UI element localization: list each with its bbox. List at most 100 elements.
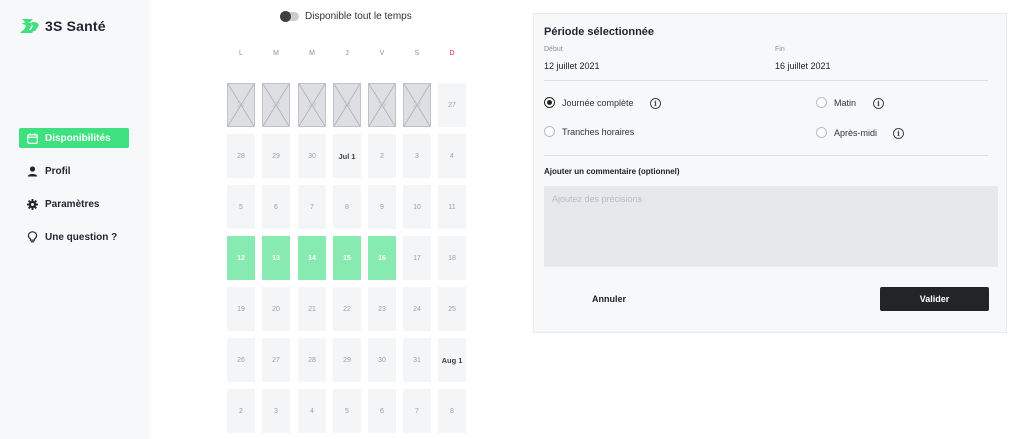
option-full-day[interactable]: Journée complète: [544, 97, 634, 108]
calendar-day-number: 4: [450, 152, 454, 160]
calendar-day[interactable]: 20: [262, 287, 290, 331]
availability-toggle[interactable]: [280, 11, 299, 22]
calendar-day[interactable]: 17: [403, 236, 431, 280]
calendar-day[interactable]: 26: [227, 338, 255, 382]
calendar-day[interactable]: 13: [262, 236, 290, 280]
calendar-day-number: 21: [237, 101, 245, 109]
calendar-day[interactable]: 19: [227, 287, 255, 331]
calendar-day-number: 26: [413, 101, 421, 109]
calendar-day-number: 7: [415, 407, 419, 415]
sidebar-nav: Disponibilités Profil Paramètres Une que…: [19, 128, 129, 260]
calendar-day[interactable]: 23: [368, 287, 396, 331]
calendar-day[interactable]: 21: [298, 287, 326, 331]
calendar-day-number: 13: [272, 254, 280, 262]
calendar-day[interactable]: 4: [438, 134, 466, 178]
calendar-day-number: Aug 1: [441, 355, 463, 365]
calendar-day[interactable]: 31: [403, 338, 431, 382]
lightbulb-icon: [26, 231, 38, 243]
calendar-day-number: 5: [239, 203, 243, 211]
calendar-day[interactable]: 28: [227, 134, 255, 178]
sidebar-item-profil[interactable]: Profil: [19, 161, 129, 181]
calendar-day[interactable]: 7: [298, 185, 326, 229]
calendar-day[interactable]: 8: [333, 185, 361, 229]
sidebar-item-label: Profil: [45, 165, 71, 177]
calendar-day[interactable]: 9: [368, 185, 396, 229]
info-icon[interactable]: i: [650, 98, 661, 109]
calendar-day-number: 29: [343, 356, 351, 364]
option-morning[interactable]: Matin: [816, 97, 856, 108]
calendar-day-number: 22: [272, 101, 280, 109]
calendar-day-number: 26: [237, 356, 245, 364]
sidebar-item-une-question[interactable]: Une question ?: [19, 227, 129, 247]
calendar-day-number: 6: [380, 407, 384, 415]
brand-name: 3S Santé: [45, 18, 106, 34]
calendar-day-number: 6: [274, 203, 278, 211]
calendar-day[interactable]: Aug 1: [438, 338, 466, 382]
full-day-radio[interactable]: [544, 97, 555, 108]
calendar-day-number: 14: [308, 254, 316, 262]
calendar-day[interactable]: 7: [403, 389, 431, 433]
calendar-day[interactable]: 27: [438, 83, 466, 127]
brand-logo[interactable]: 3S Santé: [19, 18, 106, 34]
calendar-day-number: 31: [413, 356, 421, 364]
calendar-day[interactable]: 11: [438, 185, 466, 229]
morning-radio[interactable]: [816, 97, 827, 108]
calendar-day[interactable]: 2: [368, 134, 396, 178]
calendar-day-number: 2: [239, 407, 243, 415]
calendar-day[interactable]: 15: [333, 236, 361, 280]
sidebar-item-parametres[interactable]: Paramètres: [19, 194, 129, 214]
weekday-header: S: [414, 50, 420, 57]
calendar-day-number: 24: [413, 305, 421, 313]
calendar-day-number: 17: [413, 254, 421, 262]
option-time-slots[interactable]: Tranches horaires: [544, 126, 634, 137]
calendar-day[interactable]: 2: [227, 389, 255, 433]
calendar-day[interactable]: 24: [403, 287, 431, 331]
calendar-day-number: 21: [308, 305, 316, 313]
calendar-day-number: 18: [448, 254, 456, 262]
weekday-header: J: [345, 50, 349, 57]
calendar-day[interactable]: 30: [368, 338, 396, 382]
calendar-day[interactable]: 18: [438, 236, 466, 280]
calendar-day[interactable]: 8: [438, 389, 466, 433]
calendar-day[interactable]: 3: [403, 134, 431, 178]
calendar-day[interactable]: 6: [262, 185, 290, 229]
calendar-day[interactable]: 27: [262, 338, 290, 382]
calendar-day: 22: [262, 83, 290, 127]
calendar-day[interactable]: 4: [298, 389, 326, 433]
calendar-day[interactable]: 16: [368, 236, 396, 280]
calendar-day-number: 23: [378, 305, 386, 313]
user-icon: [26, 165, 38, 177]
comment-input[interactable]: [544, 186, 998, 267]
info-icon[interactable]: i: [873, 98, 884, 109]
calendar-day[interactable]: 30: [298, 134, 326, 178]
calendar-day[interactable]: 25: [438, 287, 466, 331]
calendar-day[interactable]: 28: [298, 338, 326, 382]
calendar-day[interactable]: 29: [333, 338, 361, 382]
calendar-day[interactable]: Jul 1: [333, 134, 361, 178]
calendar-day-number: 8: [345, 203, 349, 211]
calendar-day[interactable]: 10: [403, 185, 431, 229]
calendar-day[interactable]: 14: [298, 236, 326, 280]
calendar-day[interactable]: 5: [333, 389, 361, 433]
calendar-day-number: 15: [343, 254, 351, 262]
validate-button[interactable]: Valider: [880, 287, 989, 311]
option-afternoon[interactable]: Après-midi: [816, 127, 877, 138]
3s-logo-icon: [19, 18, 39, 34]
calendar-day[interactable]: 5: [227, 185, 255, 229]
info-icon[interactable]: i: [893, 128, 904, 139]
calendar-day-number: 12: [237, 254, 245, 262]
calendar-day-number: 20: [272, 305, 280, 313]
calendar-day[interactable]: 29: [262, 134, 290, 178]
morning-label: Matin: [834, 97, 857, 108]
afternoon-radio[interactable]: [816, 127, 827, 138]
calendar-day[interactable]: 6: [368, 389, 396, 433]
calendar-day[interactable]: 12: [227, 236, 255, 280]
calendar-day[interactable]: 22: [333, 287, 361, 331]
calendar-day-number: 30: [308, 152, 316, 160]
calendar-icon: [26, 132, 38, 144]
sidebar-item-disponibilites[interactable]: Disponibilités: [19, 128, 129, 148]
calendar-day[interactable]: 3: [262, 389, 290, 433]
time-slots-radio[interactable]: [544, 126, 555, 137]
cancel-button[interactable]: Annuler: [574, 287, 644, 311]
afternoon-label: Après-midi: [834, 127, 878, 138]
